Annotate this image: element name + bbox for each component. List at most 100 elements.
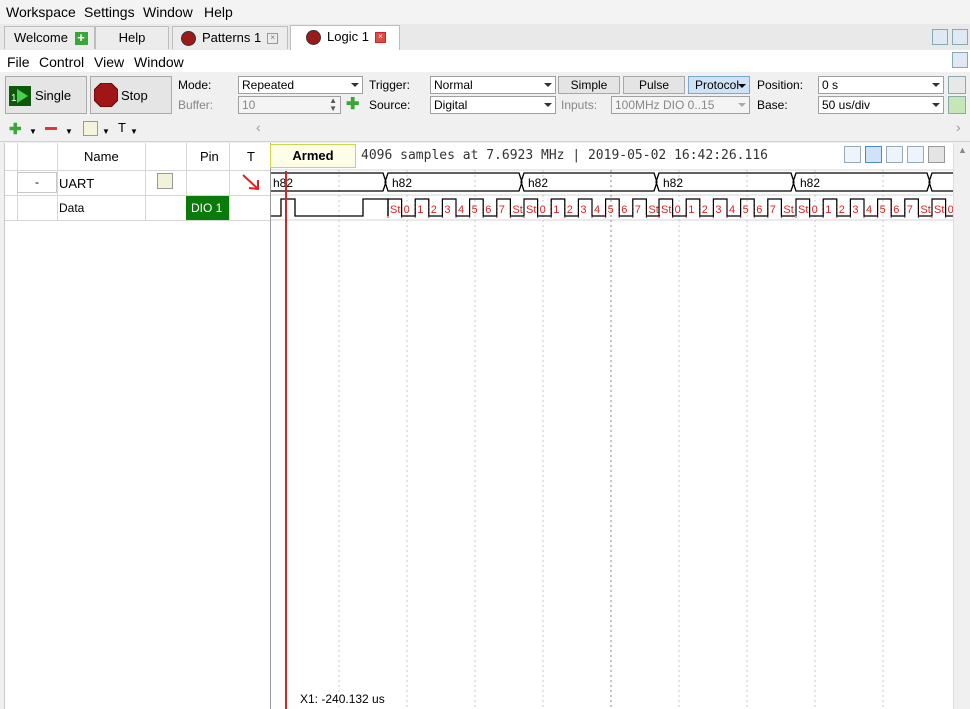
logic-icon (306, 30, 321, 46)
spinner-icon[interactable]: ▲ ▼ (329, 97, 337, 113)
tab-welcome[interactable]: Welcome + (4, 26, 95, 49)
app-menubar: Workspace Settings Window Help (0, 0, 970, 24)
tab-logic[interactable]: Logic 1 × (290, 25, 400, 50)
close-icon[interactable]: × (267, 33, 279, 45)
scroll-right-icon[interactable]: › (956, 119, 961, 135)
tool-menubar: File Control View Window (0, 50, 970, 72)
bus-value: h82 (528, 176, 548, 190)
chevron-down-icon[interactable]: ▼ (130, 127, 138, 136)
menu-control[interactable]: Control (39, 54, 84, 70)
chevron-down-icon[interactable]: ▼ (102, 127, 110, 136)
decode-bit: St (934, 204, 944, 216)
add-channel-icon[interactable]: ✚ (9, 120, 22, 138)
bus-value: h82 (273, 176, 293, 190)
decode-bit: 6 (621, 204, 627, 216)
bus-value: h82 (392, 176, 412, 190)
column-pin-header[interactable]: Pin (200, 149, 219, 164)
list-icon[interactable] (886, 146, 903, 163)
bus-value: h82 (800, 176, 820, 190)
mode-value: Repeated (242, 78, 295, 92)
control-bar: 1 Single Stop Mode: Repeated Buffer: 10 … (0, 72, 970, 117)
mode-select[interactable]: Repeated (238, 76, 363, 94)
decode-bit: 5 (608, 204, 614, 216)
chevron-down-icon[interactable]: ▼ (65, 127, 73, 136)
menu-help[interactable]: Help (204, 4, 233, 20)
waveform-canvas[interactable]: h82 h82 h82 h82 h82St 0 1 2 3 4 5 6 7 St St 0 1 2 3 4 5 6 7 St S… (271, 143, 970, 709)
protocol-button[interactable]: Protocol (688, 76, 750, 94)
source-select[interactable]: Digital (430, 96, 556, 114)
trigger-label: Trigger: (369, 78, 410, 92)
decode-bit: St (390, 204, 400, 216)
chevron-down-icon (932, 103, 940, 107)
base-select[interactable]: 50 us/div (818, 96, 944, 114)
decode-bit: 5 (880, 204, 886, 216)
decode-bit: 1 (553, 204, 559, 216)
window-icon[interactable] (952, 52, 968, 68)
buffer-input[interactable]: 10 ▲ ▼ (238, 96, 341, 114)
menu-workspace[interactable]: Workspace (6, 4, 76, 20)
remove-channel-icon[interactable] (45, 127, 57, 130)
tab-logic-label: Logic 1 (327, 29, 369, 44)
decode-bit: 6 (756, 204, 762, 216)
tab-patterns-label: Patterns 1 (202, 30, 262, 45)
buffer-label: Buffer: (178, 98, 214, 112)
pin-badge[interactable]: DIO 1 (186, 196, 229, 220)
vertical-scrollbar[interactable]: ▲ (953, 143, 970, 709)
source-label: Source: (369, 98, 411, 112)
simple-button[interactable]: Simple (558, 76, 620, 94)
settings-icon[interactable] (948, 76, 966, 94)
zoom-icon[interactable] (907, 146, 924, 163)
menu-window[interactable]: Window (143, 4, 193, 20)
cursor-label: X1: -240.132 us (298, 692, 387, 706)
decode-bit: 1 (688, 204, 694, 216)
decode-bit: 0 (540, 204, 546, 216)
stop-button[interactable]: Stop (90, 76, 172, 114)
channel-name-uart[interactable]: UART (59, 176, 94, 191)
single-button[interactable]: 1 Single (5, 76, 87, 114)
tile-icon[interactable] (932, 29, 948, 45)
inputs-select[interactable]: 100MHz DIO 0..15 (611, 96, 750, 114)
split-icon[interactable] (952, 29, 968, 45)
t-menu[interactable]: T (118, 120, 126, 135)
trigger-select[interactable]: Normal (430, 76, 556, 94)
gear-icon[interactable] (928, 146, 945, 163)
channel-name-data[interactable]: Data (59, 201, 84, 215)
chevron-down-icon[interactable]: ▼ (29, 127, 37, 136)
column-name-header[interactable]: Name (84, 149, 119, 164)
cursor-icon[interactable] (844, 146, 861, 163)
menu-file[interactable]: File (7, 54, 30, 70)
tab-patterns[interactable]: Patterns 1 × (172, 26, 288, 49)
cursor-line[interactable] (285, 171, 287, 709)
edit-icon[interactable] (83, 121, 98, 136)
decode-bit: 3 (580, 204, 586, 216)
decode-bit: 7 (907, 204, 913, 216)
capture-info: 4096 samples at 7.6923 MHz | 2019-05-02 … (361, 148, 768, 163)
close-icon[interactable]: × (374, 32, 386, 44)
tab-help[interactable]: Help (95, 26, 169, 49)
scroll-left-icon[interactable]: ‹ (256, 119, 261, 135)
add-icon[interactable]: ✚ (346, 94, 359, 114)
decode-bit: 2 (567, 204, 573, 216)
decode-bit: 2 (702, 204, 708, 216)
add-icon[interactable]: + (74, 31, 88, 46)
column-trigger-header[interactable]: T (247, 149, 255, 164)
menu-window[interactable]: Window (134, 54, 184, 70)
scroll-up-icon[interactable]: ▲ (958, 145, 967, 155)
decode-bit: 1 (825, 204, 831, 216)
decode-bit: 6 (485, 204, 491, 216)
decode-bit: 4 (729, 204, 735, 216)
pulse-button[interactable]: Pulse (623, 76, 685, 94)
collapse-button[interactable]: - (17, 172, 57, 193)
tab-bar: Welcome + Help Patterns 1 × Logic 1 × (0, 24, 970, 51)
divider (5, 170, 271, 171)
position-select[interactable]: 0 s (818, 76, 944, 94)
align-icon[interactable] (865, 146, 882, 163)
trigger-falling-arrow-icon[interactable] (241, 173, 261, 191)
waveform-area: h82 h82 h82 h82 h82 St 0 1 2 3 4 5 6 7 St St 0 1 2 3 4 5 6 7 St S… (270, 143, 970, 709)
edit-icon[interactable] (157, 173, 173, 189)
patterns-icon (181, 31, 196, 47)
menu-view[interactable]: View (94, 54, 124, 70)
divider (5, 220, 271, 221)
base-config-icon[interactable] (948, 96, 966, 114)
menu-settings[interactable]: Settings (84, 4, 135, 20)
